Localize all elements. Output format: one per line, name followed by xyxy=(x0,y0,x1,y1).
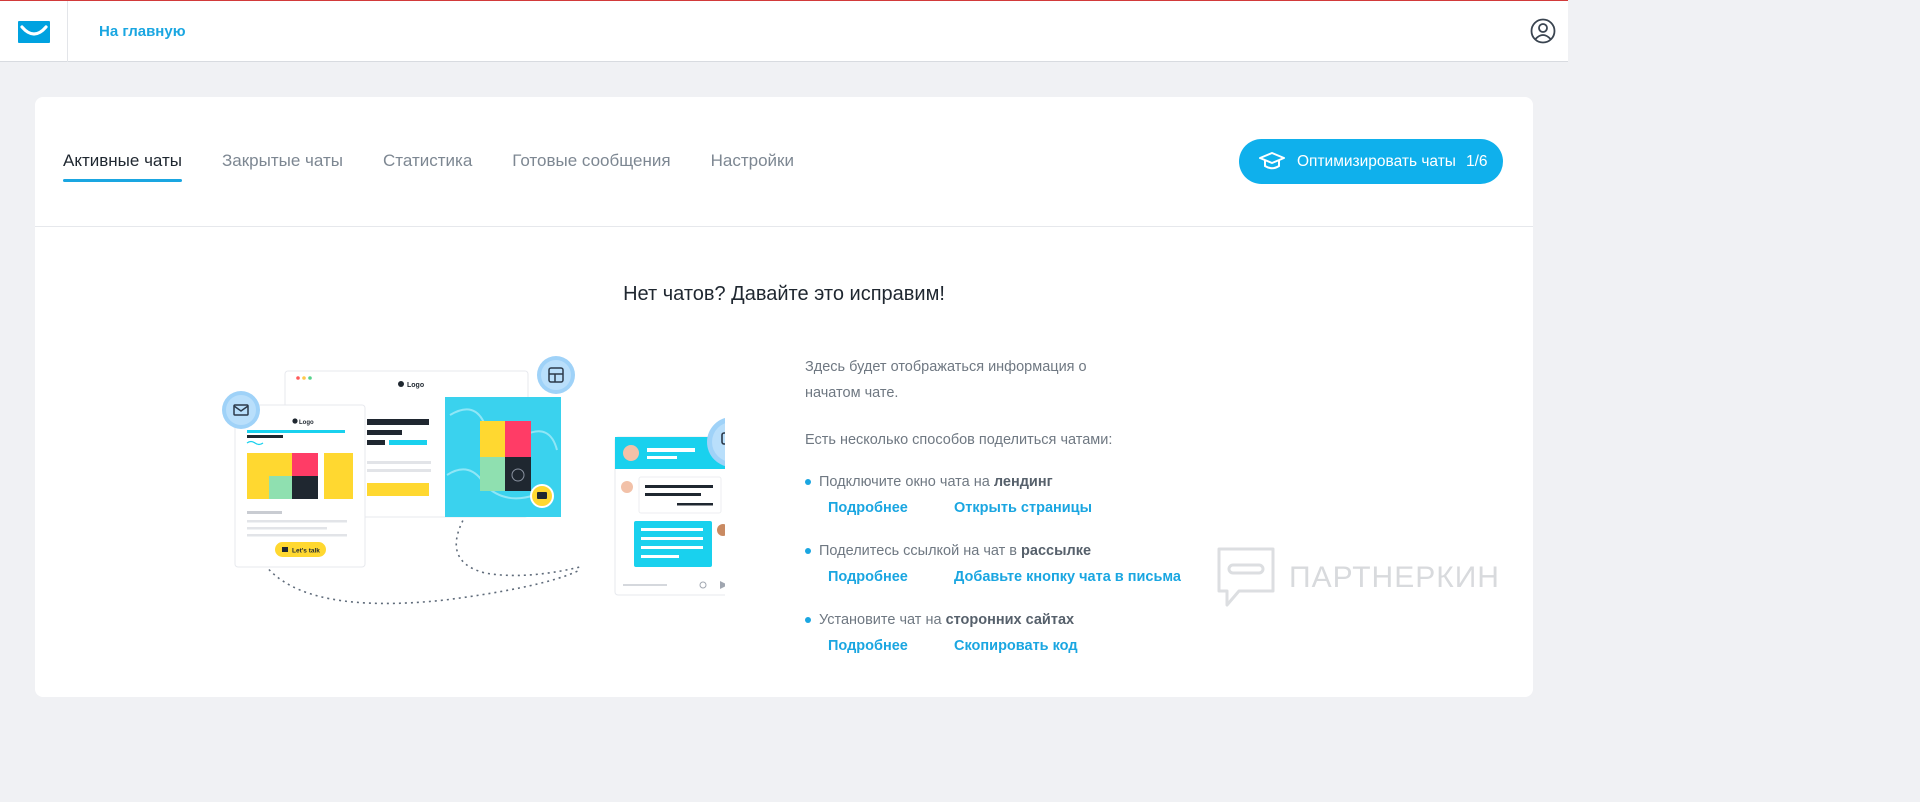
top-bar: На главную xyxy=(0,1,1568,62)
app-logo[interactable] xyxy=(0,1,68,62)
empty-state-description: Здесь будет отображаться информация о на… xyxy=(805,359,1087,401)
open-pages-link[interactable]: Открыть страницы xyxy=(954,495,1092,521)
share-option-landing: Подключите окно чата на лендинг Подробне… xyxy=(805,469,1325,521)
share-option-text: Поделитесь ссылкой на чат в xyxy=(819,543,1018,559)
graduation-cap-icon xyxy=(1259,151,1285,172)
landing-logo-text: Logo xyxy=(407,382,424,389)
share-option-text: Подключите окно чата на xyxy=(819,474,990,490)
chat-bubble-watermark-icon xyxy=(1217,547,1275,607)
envelope-logo-icon xyxy=(17,20,50,43)
tab-ready-messages[interactable]: Готовые сообщения xyxy=(512,97,670,183)
share-option-bold: рассылке xyxy=(1021,543,1092,559)
share-option-bold: сторонних сайтах xyxy=(945,612,1075,628)
add-chat-button-link[interactable]: Добавьте кнопку чата в письма xyxy=(954,564,1181,590)
share-ways-intro: Есть несколько способов поделиться чатам… xyxy=(805,432,1113,448)
empty-state-illustration: Logo Logo Let's talk xyxy=(185,355,757,615)
learn-more-link[interactable]: Подробнее xyxy=(828,633,954,659)
email-logo-text: Logo xyxy=(299,420,314,426)
bullet-icon xyxy=(805,617,811,623)
share-option-bold: лендинг xyxy=(993,474,1053,490)
home-link[interactable]: На главную xyxy=(99,1,186,62)
optimize-counter: 1/6 xyxy=(1465,152,1488,170)
bullet-icon xyxy=(805,548,811,554)
tabs-divider xyxy=(35,226,1533,227)
optimize-button-label: Оптимизировать чаты xyxy=(1297,152,1456,170)
tab-settings[interactable]: Настройки xyxy=(711,97,794,183)
watermark: ПАРТНЕРКИН xyxy=(1215,545,1500,611)
bullet-icon xyxy=(805,479,811,485)
tab-active-chats[interactable]: Активные чаты xyxy=(63,97,183,183)
empty-state-heading: Нет чатов? Давайте это исправим! xyxy=(623,283,945,305)
share-option-text: Установите чат на xyxy=(819,612,942,628)
chat-tabs: Активные чаты Закрытые чаты Статистика Г… xyxy=(63,97,834,226)
learn-more-link[interactable]: Подробнее xyxy=(828,495,954,521)
user-profile-icon[interactable] xyxy=(1530,18,1556,44)
learn-more-link[interactable]: Подробнее xyxy=(828,564,954,590)
watermark-text: ПАРТНЕРКИН xyxy=(1289,561,1500,594)
empty-state-info: Здесь будет отображаться информация о на… xyxy=(805,354,1325,659)
tab-closed-chats[interactable]: Закрытые чаты xyxy=(222,97,343,183)
copy-code-link[interactable]: Скопировать код xyxy=(954,633,1078,659)
cta-text: Let's talk xyxy=(292,548,320,555)
tab-statistics[interactable]: Статистика xyxy=(383,97,472,183)
optimize-chats-button[interactable]: Оптимизировать чаты 1/6 xyxy=(1239,139,1503,184)
share-option-third-party: Установите чат на сторонних сайтах Подро… xyxy=(805,607,1325,659)
